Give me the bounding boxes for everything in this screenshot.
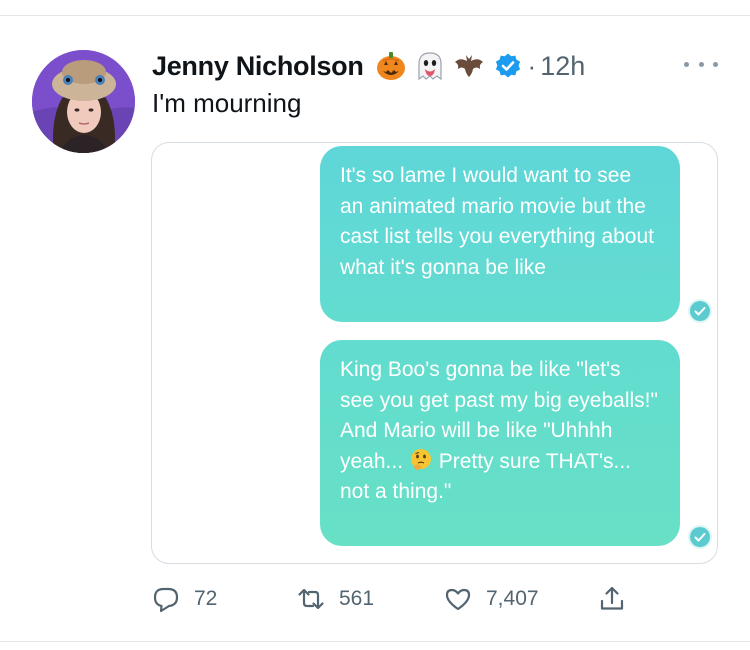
avatar[interactable]: [32, 50, 135, 153]
tweet-media-image[interactable]: It's so lame I would want to see an anim…: [151, 142, 718, 564]
like-count: 7,407: [486, 587, 539, 610]
share-button[interactable]: [598, 581, 626, 617]
read-receipt-icon: [690, 527, 710, 547]
message-text: It's so lame I would want to see an anim…: [340, 164, 654, 279]
author-name[interactable]: Jenny Nicholson: [152, 51, 364, 82]
ghost-emoji: [417, 52, 442, 81]
tweet-header: Jenny Nicholson · 12h: [152, 44, 585, 88]
reply-button[interactable]: 72: [152, 581, 217, 617]
message-bubble: King Boo's gonna be like "let's see you …: [320, 340, 680, 546]
reply-count: 72: [194, 587, 218, 610]
header-separator: ·: [527, 50, 537, 81]
more-options-icon[interactable]: [684, 52, 718, 76]
message-bubble: It's so lame I would want to see an anim…: [320, 146, 680, 322]
bottom-divider: [0, 641, 750, 642]
retweet-button[interactable]: 561: [297, 581, 374, 617]
share-icon: [600, 586, 624, 610]
heart-icon: [445, 588, 471, 611]
jack-o-lantern-emoji: [376, 52, 405, 80]
thinking-face-emoji: [410, 448, 431, 470]
tweet-actions: 72 561 7,407: [152, 581, 632, 617]
reply-icon: [153, 587, 179, 613]
tweet-text: I'm mourning: [152, 88, 302, 118]
retweet-icon: [298, 588, 324, 610]
top-divider: [0, 15, 750, 16]
tweet-time[interactable]: 12h: [540, 51, 585, 82]
bat-emoji: [454, 55, 483, 77]
like-button[interactable]: 7,407: [444, 581, 539, 617]
verified-badge-icon: [495, 53, 520, 78]
retweet-count: 561: [339, 587, 375, 610]
read-receipt-icon: [690, 301, 710, 321]
